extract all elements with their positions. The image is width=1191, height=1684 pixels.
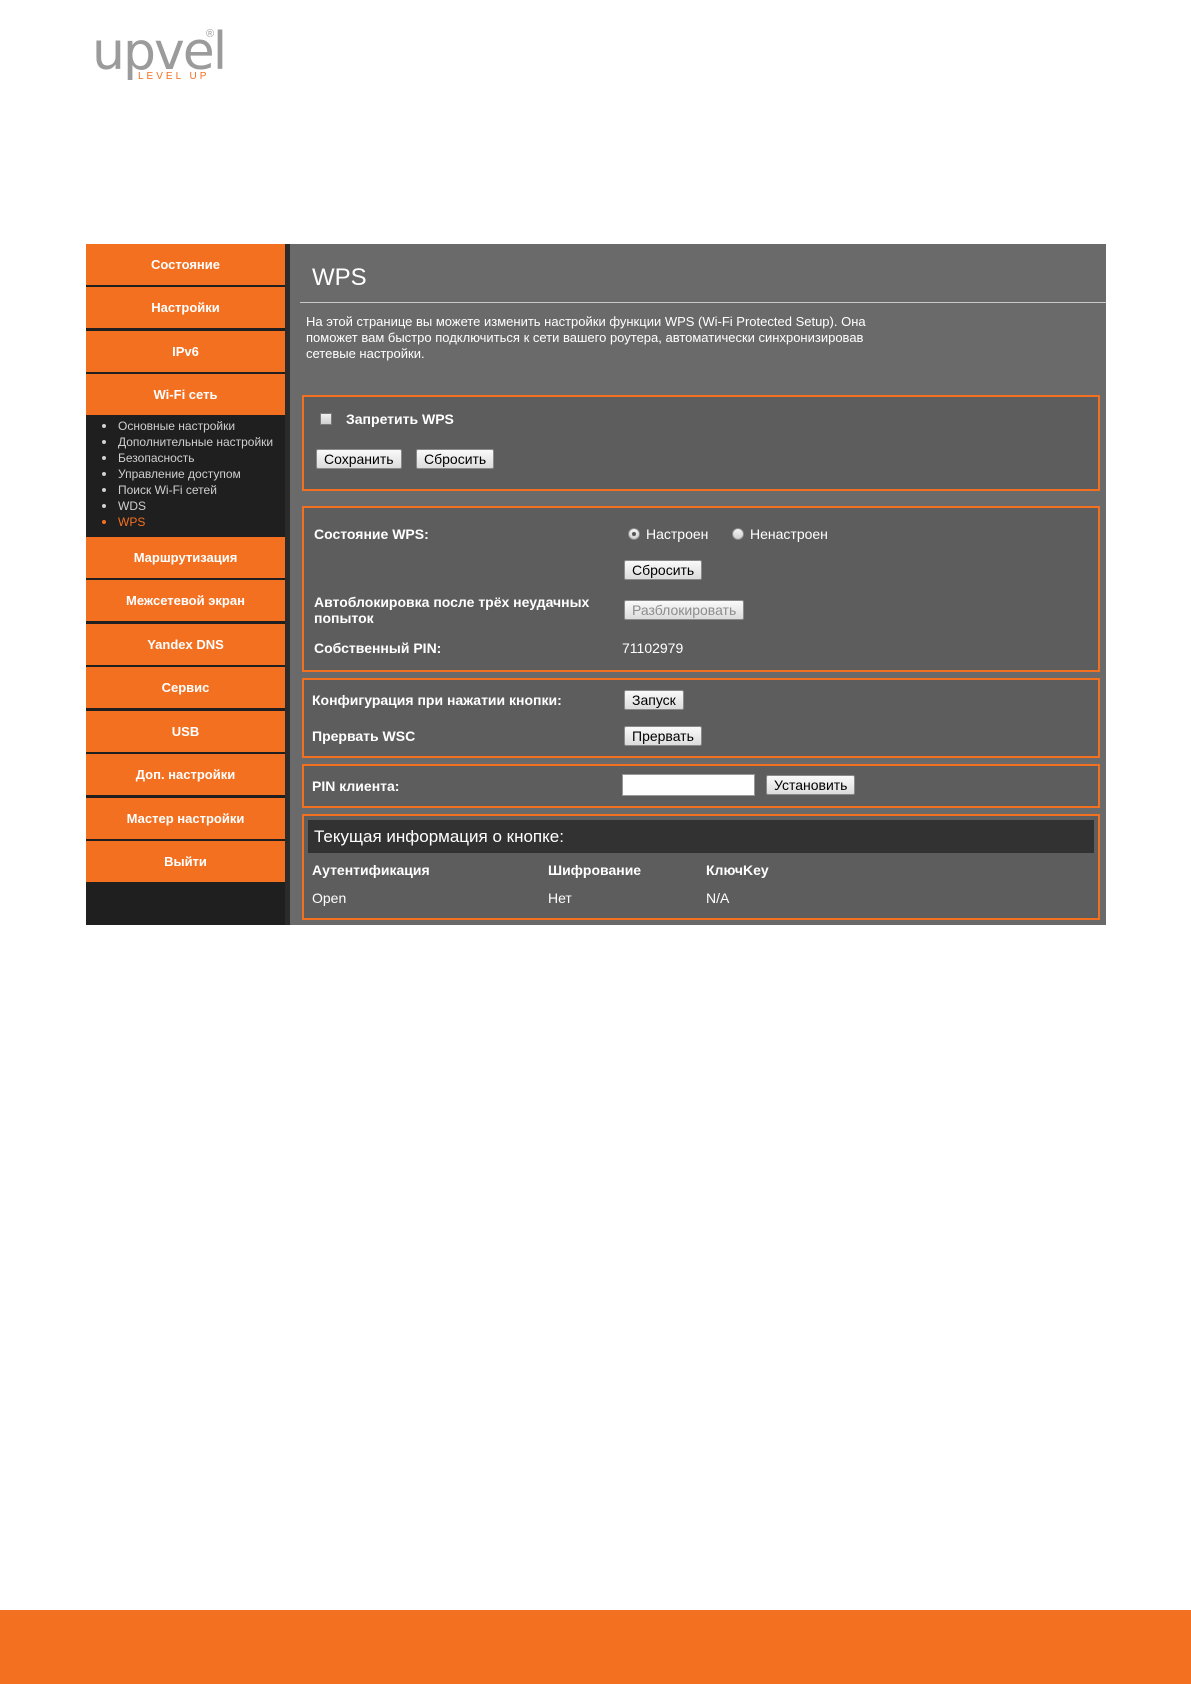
reset-button[interactable]: Сбросить (416, 449, 495, 469)
bullet-icon (102, 439, 106, 444)
nav-yandex-dns[interactable]: Yandex DNS (86, 624, 285, 665)
current-info-panel: Текущая информация о кнопке: Аутентифика… (302, 814, 1100, 920)
abort-wsc-button[interactable]: Прервать (624, 726, 702, 746)
submenu-access-control[interactable]: Управление доступом (102, 467, 241, 481)
disable-wps-panel: Запретить WPS Сохранить Сбросить (302, 395, 1100, 491)
radio-unconfigured-label: Ненастроен (750, 526, 828, 542)
col-key: КлючKey (706, 862, 769, 878)
info-panel-title: Текущая информация о кнопке: (308, 820, 1094, 853)
client-pin-panel: PIN клиента: Установить (302, 764, 1100, 808)
bullet-icon (102, 503, 106, 508)
submenu-wps[interactable]: WPS (102, 515, 145, 529)
nav-settings[interactable]: Настройки (86, 287, 285, 328)
autolock-label: Автоблокировка после трёх неудачных попы… (314, 594, 590, 626)
nav-service[interactable]: Сервис (86, 667, 285, 708)
cell-encryption: Нет (548, 890, 572, 906)
nav-ipv6[interactable]: IPv6 (86, 331, 285, 372)
router-admin-window: Состояние Настройки IPv6 Wi-Fi сеть Осно… (86, 244, 1106, 925)
nav-setup-wizard[interactable]: Мастер настройки (86, 798, 285, 839)
col-encryption: Шифрование (548, 862, 642, 878)
submenu-basic-settings[interactable]: Основные настройки (102, 419, 235, 433)
page-title: WPS (312, 264, 367, 291)
wps-status-panel: Состояние WPS: Настроен Ненастроен Сброс… (302, 506, 1100, 672)
logo-tagline: LEVEL UP (138, 71, 210, 82)
page-footer-band (0, 1610, 1191, 1684)
pbc-start-button[interactable]: Запуск (624, 690, 684, 710)
wps-state-label: Состояние WPS: (314, 526, 429, 542)
nav-usb[interactable]: USB (86, 711, 285, 752)
submenu-wds[interactable]: WDS (102, 499, 146, 513)
unlock-button[interactable]: Разблокировать (624, 600, 745, 620)
logo-registered-mark: ® (206, 28, 215, 40)
disable-wps-label: Запретить WPS (346, 411, 454, 427)
wifi-submenu: Основные настройки Дополнительные настро… (86, 419, 285, 529)
sidebar: Состояние Настройки IPv6 Wi-Fi сеть Осно… (86, 244, 285, 925)
own-pin-label: Собственный PIN: (314, 640, 442, 656)
title-underline (300, 302, 1106, 303)
own-pin-value: 71102979 (622, 640, 684, 656)
save-button[interactable]: Сохранить (316, 449, 402, 469)
client-pin-label: PIN клиента: (312, 778, 400, 794)
main-content: WPS На этой странице вы можете изменить … (290, 244, 1106, 925)
bullet-icon (102, 487, 106, 492)
cell-authentication: Open (312, 890, 347, 906)
pbc-config-label: Конфигурация при нажатии кнопки: (312, 692, 562, 708)
bullet-icon (102, 519, 106, 524)
upvel-logo: upvel ® LEVEL UP (92, 26, 232, 86)
page-description: На этой странице вы можете изменить наст… (306, 314, 866, 361)
submenu-advanced-settings[interactable]: Дополнительные настройки (102, 435, 273, 449)
set-pin-button[interactable]: Установить (766, 775, 856, 795)
submenu-security[interactable]: Безопасность (102, 451, 195, 465)
nav-firewall[interactable]: Межсетевой экран (86, 580, 285, 621)
bullet-icon (102, 423, 106, 428)
radio-configured[interactable] (628, 528, 640, 540)
col-authentication: Аутентификация (312, 862, 430, 878)
submenu-wifi-scan[interactable]: Поиск Wi-Fi сетей (102, 483, 217, 497)
radio-configured-label: Настроен (646, 526, 709, 542)
bullet-icon (102, 471, 106, 476)
abort-wsc-label: Прервать WSC (312, 728, 416, 744)
nav-logout[interactable]: Выйти (86, 841, 285, 882)
cell-key: N/A (706, 890, 730, 906)
disable-wps-checkbox[interactable] (320, 413, 332, 425)
pbc-panel: Конфигурация при нажатии кнопки: Запуск … (302, 678, 1100, 758)
nav-routing[interactable]: Маршрутизация (86, 537, 285, 578)
nav-wifi[interactable]: Wi-Fi сеть (86, 374, 285, 415)
nav-extra-settings[interactable]: Доп. настройки (86, 754, 285, 795)
radio-unconfigured[interactable] (732, 528, 744, 540)
client-pin-input[interactable] (622, 774, 755, 796)
wps-reset-button[interactable]: Сбросить (624, 560, 703, 580)
nav-status[interactable]: Состояние (86, 244, 285, 285)
bullet-icon (102, 455, 106, 460)
